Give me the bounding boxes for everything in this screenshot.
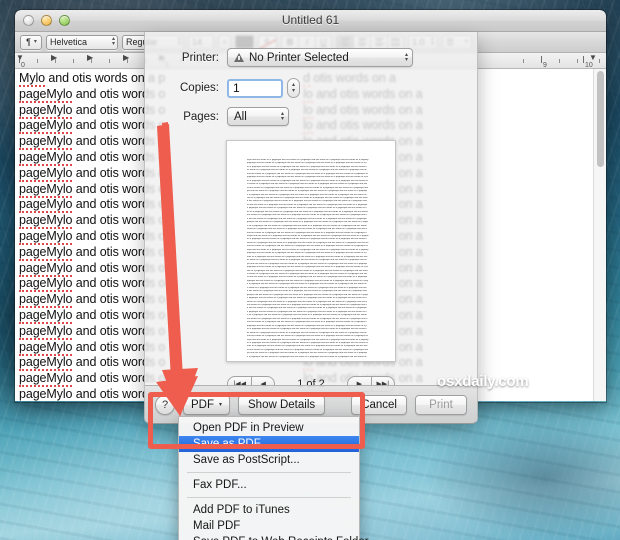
ruler-number: 10 xyxy=(585,62,593,69)
pdf-menu-item[interactable]: Fax PDF... xyxy=(179,477,359,493)
font-family-popup[interactable]: Helvetica ▴ ▾ xyxy=(46,34,118,50)
pdf-menu-item[interactable]: Save as PDF... xyxy=(179,436,359,452)
print-dialog-sheet: Printer: No Printer Selected ▴ ▾ Copies: … xyxy=(144,32,478,424)
chevron-down-icon: ▾ xyxy=(219,402,223,408)
pdf-menu-item[interactable]: Mail PDF xyxy=(179,518,359,534)
warning-triangle-icon xyxy=(234,53,244,62)
desktop-wallpaper: Untitled 61 ¶ ▾ Helvetica ▴▾ Regular ▴▾ … xyxy=(0,0,620,540)
copies-input[interactable]: 1 xyxy=(227,78,283,98)
tab-stop-marker[interactable]: ▶ xyxy=(123,54,129,62)
copies-stepper[interactable]: ▴ ▾ xyxy=(287,78,300,98)
pdf-menu-item[interactable]: Add PDF to iTunes xyxy=(179,502,359,518)
ruler-number: 9 xyxy=(543,62,547,69)
pages-label: Pages: xyxy=(183,110,219,123)
preview-text-line: pageMylo and otis words on a pageMylo an… xyxy=(247,266,368,269)
pages-row: Pages: All ▴ ▾ xyxy=(153,107,477,126)
stepper-arrows-icon: ▴▾ xyxy=(404,51,408,63)
preview-text-line: words on a pageMylo and otis words on a … xyxy=(247,228,368,231)
printer-value: No Printer Selected xyxy=(249,51,349,64)
pdf-button[interactable]: PDF ▾ xyxy=(183,394,231,415)
pdf-menu-item[interactable]: Save PDF to Web Receipts Folder xyxy=(179,534,369,540)
window-title: Untitled 61 xyxy=(281,13,340,27)
ruler-number: 0 xyxy=(21,62,25,69)
document-vertical-scrollbar[interactable] xyxy=(593,69,606,401)
printer-row: Printer: No Printer Selected ▴ ▾ xyxy=(153,48,477,67)
pages-value: All xyxy=(234,110,247,123)
pdf-dropdown-menu: Open PDF in Preview Save as PDF... Save as… xyxy=(178,416,369,540)
pdf-menu-item[interactable]: Open PDF in Preview xyxy=(179,420,359,436)
print-preview-container: Mylo and otis words on a pageMylo and ot… xyxy=(145,140,477,362)
printer-popup[interactable]: No Printer Selected ▴ ▾ xyxy=(227,48,413,67)
tab-stop-marker[interactable]: ▶ xyxy=(51,54,57,62)
site-watermark: osxdaily.com xyxy=(437,373,529,390)
chevron-down-icon: ▾ xyxy=(33,38,37,45)
scrollbar-thumb[interactable] xyxy=(597,71,604,167)
font-family-value: Helvetica xyxy=(50,37,88,47)
menu-separator xyxy=(187,472,351,473)
first-line-indent-marker[interactable]: ▼ xyxy=(16,54,24,62)
menu-separator xyxy=(187,497,351,498)
preview-text-line: n a pageMylo and otis words on a pageMyl… xyxy=(247,355,367,358)
right-indent-marker[interactable]: ▼ xyxy=(589,54,597,62)
cancel-button[interactable]: Cancel xyxy=(351,394,407,415)
pdf-menu-item[interactable]: Save as PostScript... xyxy=(179,452,359,468)
stepper-down-icon: ▾ xyxy=(291,88,295,94)
pages-popup[interactable]: All ▴ ▾ xyxy=(227,107,289,126)
print-button[interactable]: Print xyxy=(415,394,467,415)
pdf-button-label: PDF xyxy=(191,398,214,411)
show-details-button[interactable]: Show Details xyxy=(238,394,326,415)
stepper-arrows-icon: ▴▾ xyxy=(111,36,115,47)
window-titlebar[interactable]: Untitled 61 xyxy=(15,10,606,32)
paragraph-style-popup[interactable]: ¶ ▾ xyxy=(20,34,42,50)
copies-label: Copies: xyxy=(180,82,219,94)
copies-row: Copies: 1 ▴ ▾ xyxy=(153,78,477,98)
printer-label: Printer: xyxy=(181,51,219,64)
help-button[interactable]: ? xyxy=(155,394,175,415)
stepper-arrows-icon: ▴▾ xyxy=(280,110,284,122)
tab-stop-marker[interactable]: ▶ xyxy=(87,54,93,62)
print-preview-page: Mylo and otis words on a pageMylo and ot… xyxy=(226,140,396,362)
paragraph-icon: ¶ xyxy=(26,37,31,47)
